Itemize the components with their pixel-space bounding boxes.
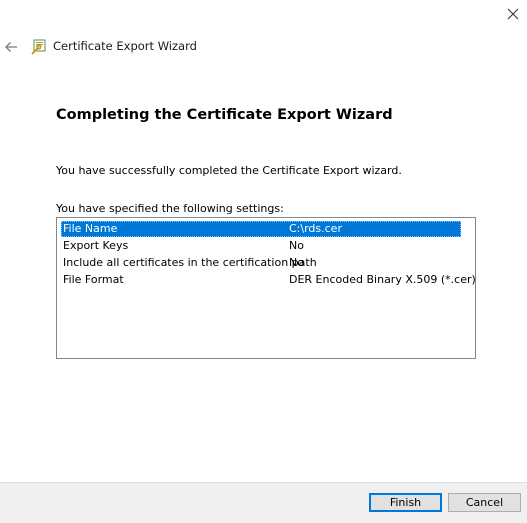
setting-value: C:\rds.cer bbox=[289, 222, 342, 235]
close-button[interactable] bbox=[503, 4, 523, 24]
wizard-title: Certificate Export Wizard bbox=[53, 39, 197, 53]
certificate-wizard-icon bbox=[30, 38, 48, 56]
list-item-include-all-certificates[interactable]: Include all certificates in the certific… bbox=[61, 255, 461, 271]
close-icon bbox=[507, 8, 519, 20]
finish-button[interactable]: Finish bbox=[369, 493, 442, 512]
setting-name: Export Keys bbox=[63, 239, 129, 252]
page-heading: Completing the Certificate Export Wizard bbox=[56, 107, 393, 123]
setting-value: DER Encoded Binary X.509 (*.cer) bbox=[289, 273, 476, 286]
list-item-file-format[interactable]: File Format DER Encoded Binary X.509 (*.… bbox=[61, 272, 475, 288]
back-arrow-icon bbox=[5, 42, 17, 52]
setting-value: No bbox=[289, 256, 304, 269]
setting-name: Include all certificates in the certific… bbox=[63, 256, 317, 269]
list-item-file-name[interactable]: File Name C:\rds.cer bbox=[61, 221, 461, 237]
wizard-window: Certificate Export Wizard Completing the… bbox=[0, 0, 527, 523]
success-message: You have successfully completed the Cert… bbox=[56, 164, 402, 177]
button-bar: Finish Cancel bbox=[0, 482, 527, 523]
cancel-button[interactable]: Cancel bbox=[448, 493, 521, 512]
setting-name: File Name bbox=[63, 222, 118, 235]
settings-label: You have specified the following setting… bbox=[56, 202, 284, 215]
settings-list[interactable]: File Name C:\rds.cer Export Keys No Incl… bbox=[56, 217, 476, 359]
setting-value: No bbox=[289, 239, 304, 252]
list-item-export-keys[interactable]: Export Keys No bbox=[61, 238, 461, 254]
setting-name: File Format bbox=[63, 273, 124, 286]
back-button[interactable] bbox=[2, 38, 20, 56]
wizard-header: Certificate Export Wizard bbox=[0, 36, 527, 58]
